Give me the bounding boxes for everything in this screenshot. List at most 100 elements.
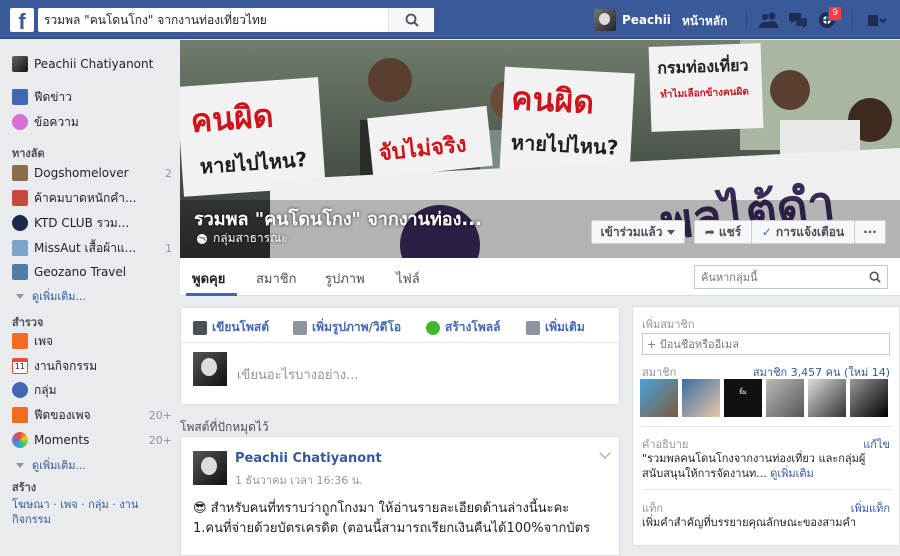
share-button[interactable]: ➦ แชร์	[694, 220, 752, 244]
pinned-heading: โพสต์ที่ปักหมุดไว้	[180, 420, 269, 434]
friends-icon[interactable]	[758, 9, 780, 31]
sidebar-item-geozano[interactable]: Geozano Travel	[12, 262, 172, 282]
joined-label: เข้าร่วมแล้ว	[600, 224, 663, 239]
pages-feed-icon	[12, 407, 28, 423]
divider	[642, 489, 892, 490]
pinned-post: Peachii Chatiyanont 1 ธันวาคม เวลา 16:36…	[180, 436, 620, 556]
sidebar-item-count: 1	[165, 241, 172, 255]
see-more-shortcuts[interactable]: ดูเพิ่มเติม...	[16, 287, 86, 305]
group-search-input[interactable]	[695, 266, 865, 288]
more-icon	[526, 320, 540, 335]
more-options-button[interactable]: ···	[854, 220, 886, 244]
divider	[181, 342, 619, 343]
active-tab-indicator	[186, 293, 237, 296]
sign-text: คนผิด	[510, 79, 595, 121]
messages-icon[interactable]	[787, 9, 809, 31]
member-thumbnail[interactable]	[850, 379, 888, 417]
notifications-icon[interactable]: 9	[816, 6, 842, 31]
group-dog-icon	[12, 165, 28, 181]
sidebar-item-moments[interactable]: Moments 20+	[12, 430, 172, 450]
sidebar-item-label: ฟีดของเพจ	[34, 407, 91, 422]
post-text: 😎 สำหรับคนที่ทราบว่าถูกโกงมา ให้อ่านรายล…	[193, 499, 613, 539]
member-thumbnail[interactable]: ยิ้ม	[724, 379, 762, 417]
see-more-explore[interactable]: ดูเพิ่มเติม...	[16, 456, 86, 474]
composer-tab-poll[interactable]: สร้างโพลล์	[426, 318, 500, 337]
composer-tab-label: สร้างโพลล์	[445, 320, 501, 334]
sidebar-item-groups[interactable]: กลุ่ม	[12, 380, 172, 400]
search-box[interactable]	[38, 8, 434, 32]
globe-icon	[197, 233, 207, 244]
tags-hint: เพิ่มคำสำคัญที่บรรยายคุณลักษณะของสามคำ	[642, 516, 857, 529]
chevron-down-icon[interactable]	[599, 447, 611, 459]
composer-tab-photo-video[interactable]: เพิ่มรูปภาพ/วิดีโอ	[293, 318, 401, 337]
member-thumbnail[interactable]	[808, 379, 846, 417]
events-icon: 11	[12, 358, 28, 374]
settings-icon[interactable]	[866, 9, 888, 31]
sidebar-item-label: Moments	[34, 433, 90, 447]
divider	[746, 12, 747, 28]
sidebar-item-missaut[interactable]: MissAut เสื้อผ้าแ... 1	[12, 238, 172, 258]
post-timestamp[interactable]: 1 ธันวาคม เวลา 16:36 น.	[235, 471, 363, 489]
search-icon	[405, 13, 419, 27]
share-label: แชร์	[718, 224, 742, 239]
sidebar-item-label: Geozano Travel	[34, 265, 127, 279]
facebook-logo[interactable]: f	[10, 8, 34, 32]
right-column: เพิ่มสมาชิก สมาชิก สมาชิก 3,457 คน (ใหม่…	[632, 306, 900, 546]
chevron-down-icon	[16, 293, 24, 299]
group-search-box[interactable]	[694, 265, 888, 289]
sidebar-item-ktd-club[interactable]: KTD CLUB รวม...	[12, 213, 172, 233]
notifications-button[interactable]: ✓ การแจ้งเตือน	[751, 220, 855, 244]
create-section: สร้าง โฆษณา · เพจ · กลุ่ม · งานกิจกรรม	[12, 480, 162, 527]
chevron-down-icon	[16, 462, 24, 468]
tab-files[interactable]: ไฟล์	[396, 268, 420, 289]
post-composer: เขียนโพสต์ เพิ่มรูปภาพ/วิดีโอ สร้างโพลล์…	[180, 307, 620, 405]
search-icon[interactable]	[869, 271, 881, 283]
pencil-icon	[193, 320, 207, 335]
composer-tab-write-post[interactable]: เขียนโพสต์	[193, 318, 269, 337]
see-more-label: ดูเพิ่มเติม...	[32, 290, 87, 303]
group-travel-icon	[12, 264, 28, 280]
member-thumbnail[interactable]	[640, 379, 678, 417]
profile-link[interactable]: Peachii	[594, 9, 671, 31]
sidebar-item-pages-feed[interactable]: ฟีดของเพจ 20+	[12, 405, 172, 425]
composer-tab-label: เพิ่มรูปภาพ/วิดีโอ	[312, 320, 402, 334]
create-links[interactable]: โฆษณา · เพจ · กลุ่ม · งานกิจกรรม	[12, 498, 138, 526]
notification-badge: 9	[828, 6, 842, 21]
tab-photos[interactable]: รูปภาพ	[325, 268, 365, 289]
create-heading: สร้าง	[12, 481, 37, 494]
groups-icon	[12, 382, 28, 398]
composer-tab-more[interactable]: เพิ่มเติม	[526, 318, 585, 337]
add-members-heading: เพิ่มสมาชิก	[642, 318, 695, 331]
tab-discussion[interactable]: พูดคุย	[192, 268, 225, 289]
member-thumbnail[interactable]	[682, 379, 720, 417]
description-text: "รวมพลคนโดนโกงจากงานท่องเที่ยว และกลุ่มผ…	[642, 452, 866, 480]
sidebar-profile[interactable]: Peachii Chatiyanont	[12, 54, 172, 74]
sidebar-item-count: 20+	[148, 433, 172, 447]
group-quote-icon	[12, 190, 28, 206]
sidebar-item-news-feed[interactable]: ฟีดข่าว	[12, 87, 172, 107]
sidebar-item-dogshomelover[interactable]: Dogshomelover 2	[12, 163, 172, 183]
avatar	[12, 56, 28, 72]
sidebar-item-messages[interactable]: ข้อความ	[12, 112, 172, 132]
home-link[interactable]: หน้าหลัก	[682, 12, 727, 31]
tab-members[interactable]: สมาชิก	[256, 268, 297, 289]
add-members-input[interactable]	[647, 337, 875, 351]
sidebar-item-label: ฟีดข่าว	[34, 89, 72, 104]
search-input[interactable]	[38, 8, 394, 32]
sidebar-item-pages[interactable]: เพจ	[12, 331, 172, 351]
member-thumbnail[interactable]	[766, 379, 804, 417]
sidebar-item-quote-group[interactable]: ค้าคมบาดหนักคำ...	[12, 188, 172, 208]
see-more-link[interactable]: ดูเพิ่มเติม	[770, 467, 814, 480]
avatar[interactable]	[193, 451, 227, 485]
joined-button[interactable]: เข้าร่วมแล้ว	[591, 220, 685, 244]
add-members-field[interactable]	[642, 333, 890, 355]
user-name: Peachii	[622, 13, 671, 27]
sidebar-item-events[interactable]: 11 งานกิจกรรม	[12, 356, 172, 376]
post-author[interactable]: Peachii Chatiyanont	[235, 451, 382, 466]
group-description: "รวมพลคนโดนโกงจากงานท่องเที่ยว และกลุ่มผ…	[642, 451, 892, 481]
composer-input[interactable]: เขียนอะไรบางอย่าง...	[237, 364, 359, 385]
search-button[interactable]	[388, 8, 434, 32]
sidebar-item-label: MissAut เสื้อผ้าแ...	[34, 240, 137, 255]
group-ktd-icon	[12, 215, 28, 231]
group-fashion-icon	[12, 240, 28, 256]
